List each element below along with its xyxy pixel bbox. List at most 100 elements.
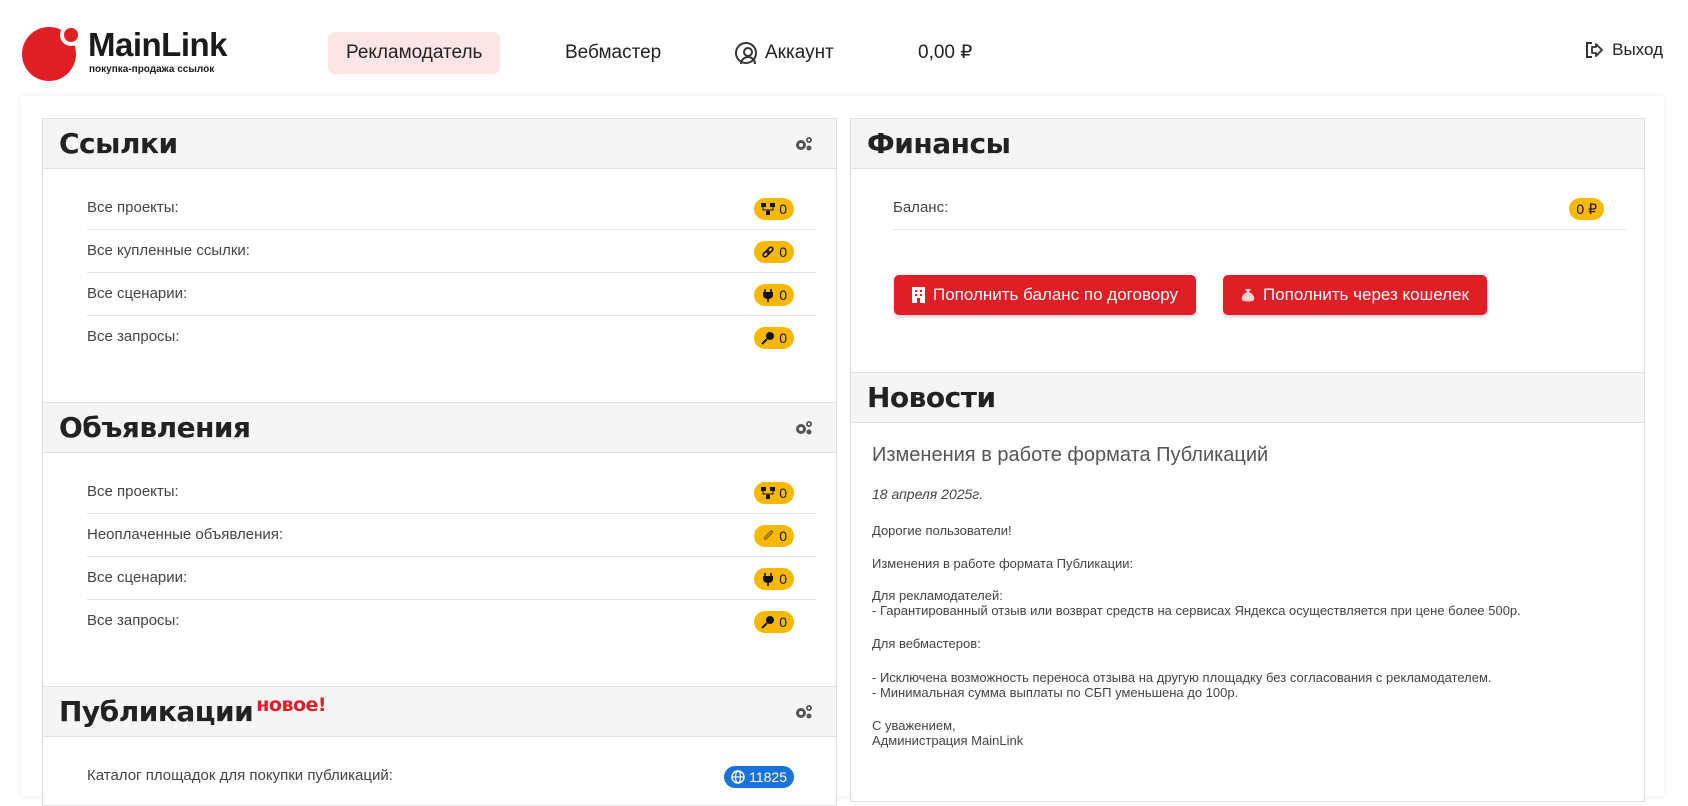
plug-icon <box>763 289 774 302</box>
logo-name: MainLink <box>88 26 228 63</box>
count-badge[interactable]: 0 <box>754 611 794 633</box>
plug-icon <box>763 573 774 586</box>
news-paragraph: Дорогие пользователи! <box>872 523 1012 538</box>
row-label: Все запросы: <box>87 328 180 345</box>
key-icon <box>761 332 775 345</box>
publications-title-text: Публикации <box>59 695 254 728</box>
finance-panel-title: Финансы <box>867 127 1011 160</box>
news-paragraph: Для рекламодателей: <box>872 588 1003 603</box>
count-value: 0 <box>779 287 787 303</box>
user-circle-icon <box>735 42 757 64</box>
topup-wallet-label: Пополнить через кошелек <box>1263 285 1469 304</box>
building-icon <box>912 287 925 303</box>
ads-row-projects[interactable]: Все проекты: 0 <box>87 471 816 514</box>
new-badge: новое! <box>256 694 327 716</box>
news-paragraph: - Гарантированный отзыв или возврат сред… <box>872 603 1521 618</box>
ads-row-scenarios[interactable]: Все сценарии: 0 <box>87 557 816 600</box>
top-bar: MainLink покупка-продажа ссылок Рекламод… <box>0 0 1688 104</box>
row-label: Неоплаченные объявления: <box>87 526 284 543</box>
news-panel-title: Новости <box>867 381 996 414</box>
publications-panel: Публикации новое! Каталог площадок для по… <box>42 686 837 806</box>
row-label: Все сценарии: <box>87 569 188 586</box>
money-bag-icon <box>1241 288 1255 301</box>
globe-icon <box>731 770 745 784</box>
finance-panel: Финансы Баланс: 0 ₽ <box>850 118 1645 378</box>
nav-account-label: Аккаунт <box>765 42 834 63</box>
gears-icon[interactable] <box>794 420 814 436</box>
count-value: 0 <box>779 244 787 260</box>
publications-panel-header: Публикации новое! <box>43 687 836 737</box>
count-value: 0 <box>779 330 787 346</box>
links-panel: Ссылки Все проекты: 0 Все купленные ссыл… <box>42 118 837 403</box>
news-paragraph: - Исключена возможность переноса отзыва … <box>872 670 1492 685</box>
logo-tagline: покупка-продажа ссылок <box>89 64 215 75</box>
sitemap-icon <box>761 487 776 499</box>
logout-button[interactable]: Выход <box>1584 40 1663 60</box>
count-badge[interactable]: 0 <box>754 241 794 263</box>
nav-webmaster[interactable]: Вебмастер <box>547 32 679 74</box>
nav-account[interactable]: Аккаунт <box>717 32 852 74</box>
row-label: Все проекты: <box>87 483 179 500</box>
ads-row-queries[interactable]: Все запросы: 0 <box>87 600 816 643</box>
nav-advertiser[interactable]: Рекламодатель <box>328 32 501 74</box>
link-icon <box>762 246 774 258</box>
ads-row-unpaid[interactable]: Неоплаченные объявления: 0 <box>87 514 816 557</box>
links-row-queries[interactable]: Все запросы: 0 <box>87 316 816 359</box>
news-date: 18 апреля 2025г. <box>872 486 984 502</box>
gears-icon[interactable] <box>794 136 814 152</box>
key-icon <box>761 616 775 629</box>
news-paragraph: Изменения в работе формата Публикации: <box>872 556 1134 571</box>
links-row-projects[interactable]: Все проекты: 0 <box>87 187 816 230</box>
count-badge[interactable]: 11825 <box>724 766 794 788</box>
news-panel-header: Новости <box>851 373 1644 423</box>
news-paragraph: - Минимальная сумма выплаты по СБП умень… <box>872 685 1239 700</box>
count-value: 11825 <box>749 769 787 785</box>
logo[interactable]: MainLink покупка-продажа ссылок <box>20 24 230 81</box>
news-paragraph: Администрация MainLink <box>872 733 1024 748</box>
links-panel-title: Ссылки <box>59 127 178 160</box>
news-paragraph: С уважением, <box>872 718 956 733</box>
ads-panel-title: Объявления <box>59 411 251 444</box>
news-article-title[interactable]: Изменения в работе формата Публикаций <box>872 444 1268 467</box>
publications-panel-title: Публикации новое! <box>59 694 327 728</box>
row-label: Все сценарии: <box>87 285 188 302</box>
links-row-scenarios[interactable]: Все сценарии: 0 <box>87 273 816 316</box>
balance-badge: 0 ₽ <box>1569 198 1604 220</box>
finance-panel-header: Финансы <box>851 119 1644 169</box>
count-value: 0 <box>779 614 787 630</box>
row-label: Каталог площадок для покупки публикаций: <box>87 767 393 784</box>
count-value: 0 <box>779 201 787 217</box>
count-badge[interactable]: 0 <box>754 327 794 349</box>
paperclip-icon <box>764 530 774 540</box>
count-badge[interactable]: 0 <box>754 198 794 220</box>
news-paragraph: Для вебмастеров: <box>872 636 981 651</box>
count-badge[interactable]: 0 <box>754 482 794 504</box>
count-value: 0 <box>779 528 787 544</box>
row-label: Все проекты: <box>87 199 179 216</box>
ads-panel: Объявления Все проекты: 0 Неоплаченные о… <box>42 402 837 687</box>
row-label: Все купленные ссылки: <box>87 242 250 259</box>
row-label: Все запросы: <box>87 612 180 629</box>
logout-label: Выход <box>1612 40 1663 59</box>
gears-icon[interactable] <box>794 704 814 720</box>
finance-row-balance: Баланс: 0 ₽ <box>893 187 1626 230</box>
balance-value: 0 ₽ <box>1576 201 1597 217</box>
balance-label: Баланс: <box>893 199 949 216</box>
links-row-bought[interactable]: Все купленные ссылки: 0 <box>87 230 816 273</box>
count-badge[interactable]: 0 <box>754 284 794 306</box>
topup-contract-button[interactable]: Пополнить баланс по договору <box>894 275 1197 315</box>
nav-balance[interactable]: 0,00 ₽ <box>900 32 990 74</box>
logo-dot <box>60 24 82 46</box>
publications-row-catalog[interactable]: Каталог площадок для покупки публикаций:… <box>87 755 816 798</box>
count-badge[interactable]: 0 <box>754 568 794 590</box>
links-panel-header: Ссылки <box>43 119 836 169</box>
logout-icon <box>1586 42 1604 58</box>
count-value: 0 <box>779 485 787 501</box>
topup-wallet-button[interactable]: Пополнить через кошелек <box>1223 275 1487 315</box>
sitemap-icon <box>761 203 776 215</box>
ads-panel-header: Объявления <box>43 403 836 453</box>
count-badge[interactable]: 0 <box>754 525 794 547</box>
count-value: 0 <box>779 571 787 587</box>
topup-contract-label: Пополнить баланс по договору <box>933 285 1179 304</box>
dashboard: Ссылки Все проекты: 0 Все купленные ссыл… <box>21 96 1664 806</box>
